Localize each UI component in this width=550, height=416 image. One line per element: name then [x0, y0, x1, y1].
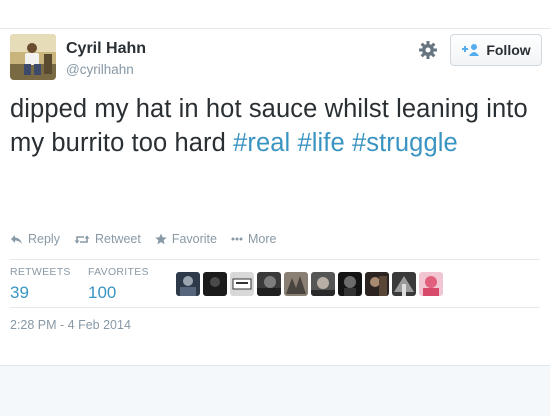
- hashtag-real[interactable]: #real: [233, 129, 290, 157]
- favoriter-avatar[interactable]: [365, 272, 389, 296]
- favoriter-avatar-image: [338, 272, 362, 296]
- favorites-stat[interactable]: FAVORITES 100: [88, 266, 149, 303]
- favorite-label: Favorite: [171, 232, 217, 246]
- retweets-stat[interactable]: RETWEETS 39: [10, 266, 71, 303]
- tweet-actions: Reply Retweet Favorite More: [10, 232, 290, 246]
- retweet-action[interactable]: Retweet: [74, 232, 141, 246]
- tweet-timestamp[interactable]: 2:28 PM - 4 Feb 2014: [10, 318, 131, 332]
- favoriter-avatar[interactable]: [176, 272, 200, 296]
- favoriter-avatar[interactable]: [257, 272, 281, 296]
- reply-icon: [11, 234, 22, 244]
- favoriter-avatar-image: [284, 272, 308, 296]
- star-icon: [155, 233, 167, 245]
- more-label: More: [247, 232, 277, 246]
- favorites-label: FAVORITES: [88, 266, 149, 278]
- reply-action[interactable]: Reply: [10, 232, 60, 246]
- favoriter-avatar-image: [311, 272, 335, 296]
- favoriter-avatar[interactable]: [419, 272, 443, 296]
- favoriter-avatar[interactable]: [284, 272, 308, 296]
- favoriter-avatar[interactable]: [392, 272, 416, 296]
- follow-button-label: Follow: [486, 42, 531, 58]
- favoriter-avatar[interactable]: [230, 272, 254, 296]
- favoriter-avatar-image: [257, 272, 281, 296]
- more-dots-icon: [231, 237, 243, 241]
- reply-label: Reply: [28, 232, 60, 246]
- tweet-card: [0, 29, 550, 365]
- follow-user-icon: [462, 44, 480, 56]
- follow-button[interactable]: Follow: [450, 34, 542, 66]
- avatar[interactable]: [10, 34, 56, 80]
- favoriter-avatar-image: [392, 272, 416, 296]
- retweets-label: RETWEETS: [10, 266, 71, 278]
- stats-bottom-divider: [10, 307, 540, 308]
- user-handle[interactable]: @cyrilhahn: [66, 62, 134, 77]
- favoriter-avatar[interactable]: [311, 272, 335, 296]
- more-action[interactable]: More: [231, 232, 276, 246]
- avatar-image: [10, 34, 56, 80]
- retweets-count: 39: [10, 283, 29, 302]
- user-name[interactable]: Cyril Hahn: [66, 40, 146, 58]
- favorites-count: 100: [88, 283, 117, 302]
- tweet-text: dipped my hat in hot sauce whilst leanin…: [10, 92, 540, 160]
- stats-top-divider: [10, 259, 540, 260]
- retweet-icon: [74, 235, 90, 243]
- favoriter-avatar[interactable]: [203, 272, 227, 296]
- favoriter-avatar-image: [176, 272, 200, 296]
- retweet-label: Retweet: [94, 232, 141, 246]
- hashtag-struggle[interactable]: #struggle: [352, 129, 458, 157]
- favoriter-avatar[interactable]: [338, 272, 362, 296]
- favoriter-avatar-image: [419, 272, 443, 296]
- gear-icon[interactable]: [418, 40, 438, 60]
- favoriter-avatar-image: [230, 272, 254, 296]
- favoriters-list: [176, 272, 443, 296]
- favorite-action[interactable]: Favorite: [155, 232, 217, 246]
- reply-area-background: [0, 365, 550, 416]
- favoriter-avatar-image: [203, 272, 227, 296]
- hashtag-life[interactable]: #life: [298, 129, 345, 157]
- favoriter-avatar-image: [365, 272, 389, 296]
